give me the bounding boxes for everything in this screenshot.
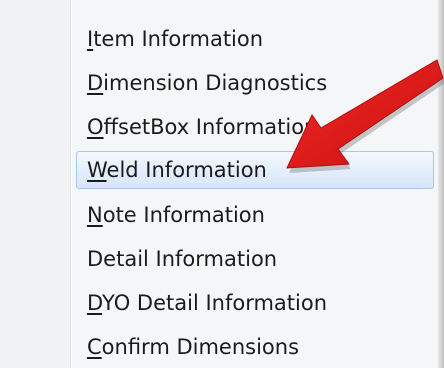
menu-item-offsetbox-information[interactable]: OffsetBox Information (72, 107, 434, 147)
menu-item-label: Item Information (87, 27, 264, 51)
menu-item-item-information[interactable]: Item Information (72, 19, 434, 59)
menu-item-dimension-diagnostics[interactable]: Dimension Diagnostics (72, 63, 434, 103)
screenshot: Item Information Dimension Diagnostics O… (0, 0, 444, 368)
menu-item-label: Detail Information (87, 247, 278, 271)
menu-right-edge (438, 0, 444, 368)
menu-item-label: Note Information (87, 203, 265, 227)
menu-item-note-information[interactable]: Note Information (72, 195, 434, 235)
menu-item-label: DYO Detail Information (87, 291, 328, 315)
menu-item-detail-information[interactable]: Detail Information (72, 239, 434, 279)
menu-item-dyo-detail-information[interactable]: DYO Detail Information (72, 283, 434, 323)
menu-icon-gutter (0, 0, 70, 368)
menu-item-label: Dimension Diagnostics (87, 71, 328, 95)
context-menu: Item Information Dimension Diagnostics O… (0, 0, 444, 368)
menu-item-weld-information[interactable]: Weld Information (76, 151, 434, 189)
menu-item-label: Confirm Dimensions (87, 335, 300, 359)
menu-item-label: Weld Information (87, 158, 267, 182)
menu-item-label: OffsetBox Information (87, 115, 318, 139)
menu-item-confirm-dimensions[interactable]: Confirm Dimensions (72, 327, 434, 367)
